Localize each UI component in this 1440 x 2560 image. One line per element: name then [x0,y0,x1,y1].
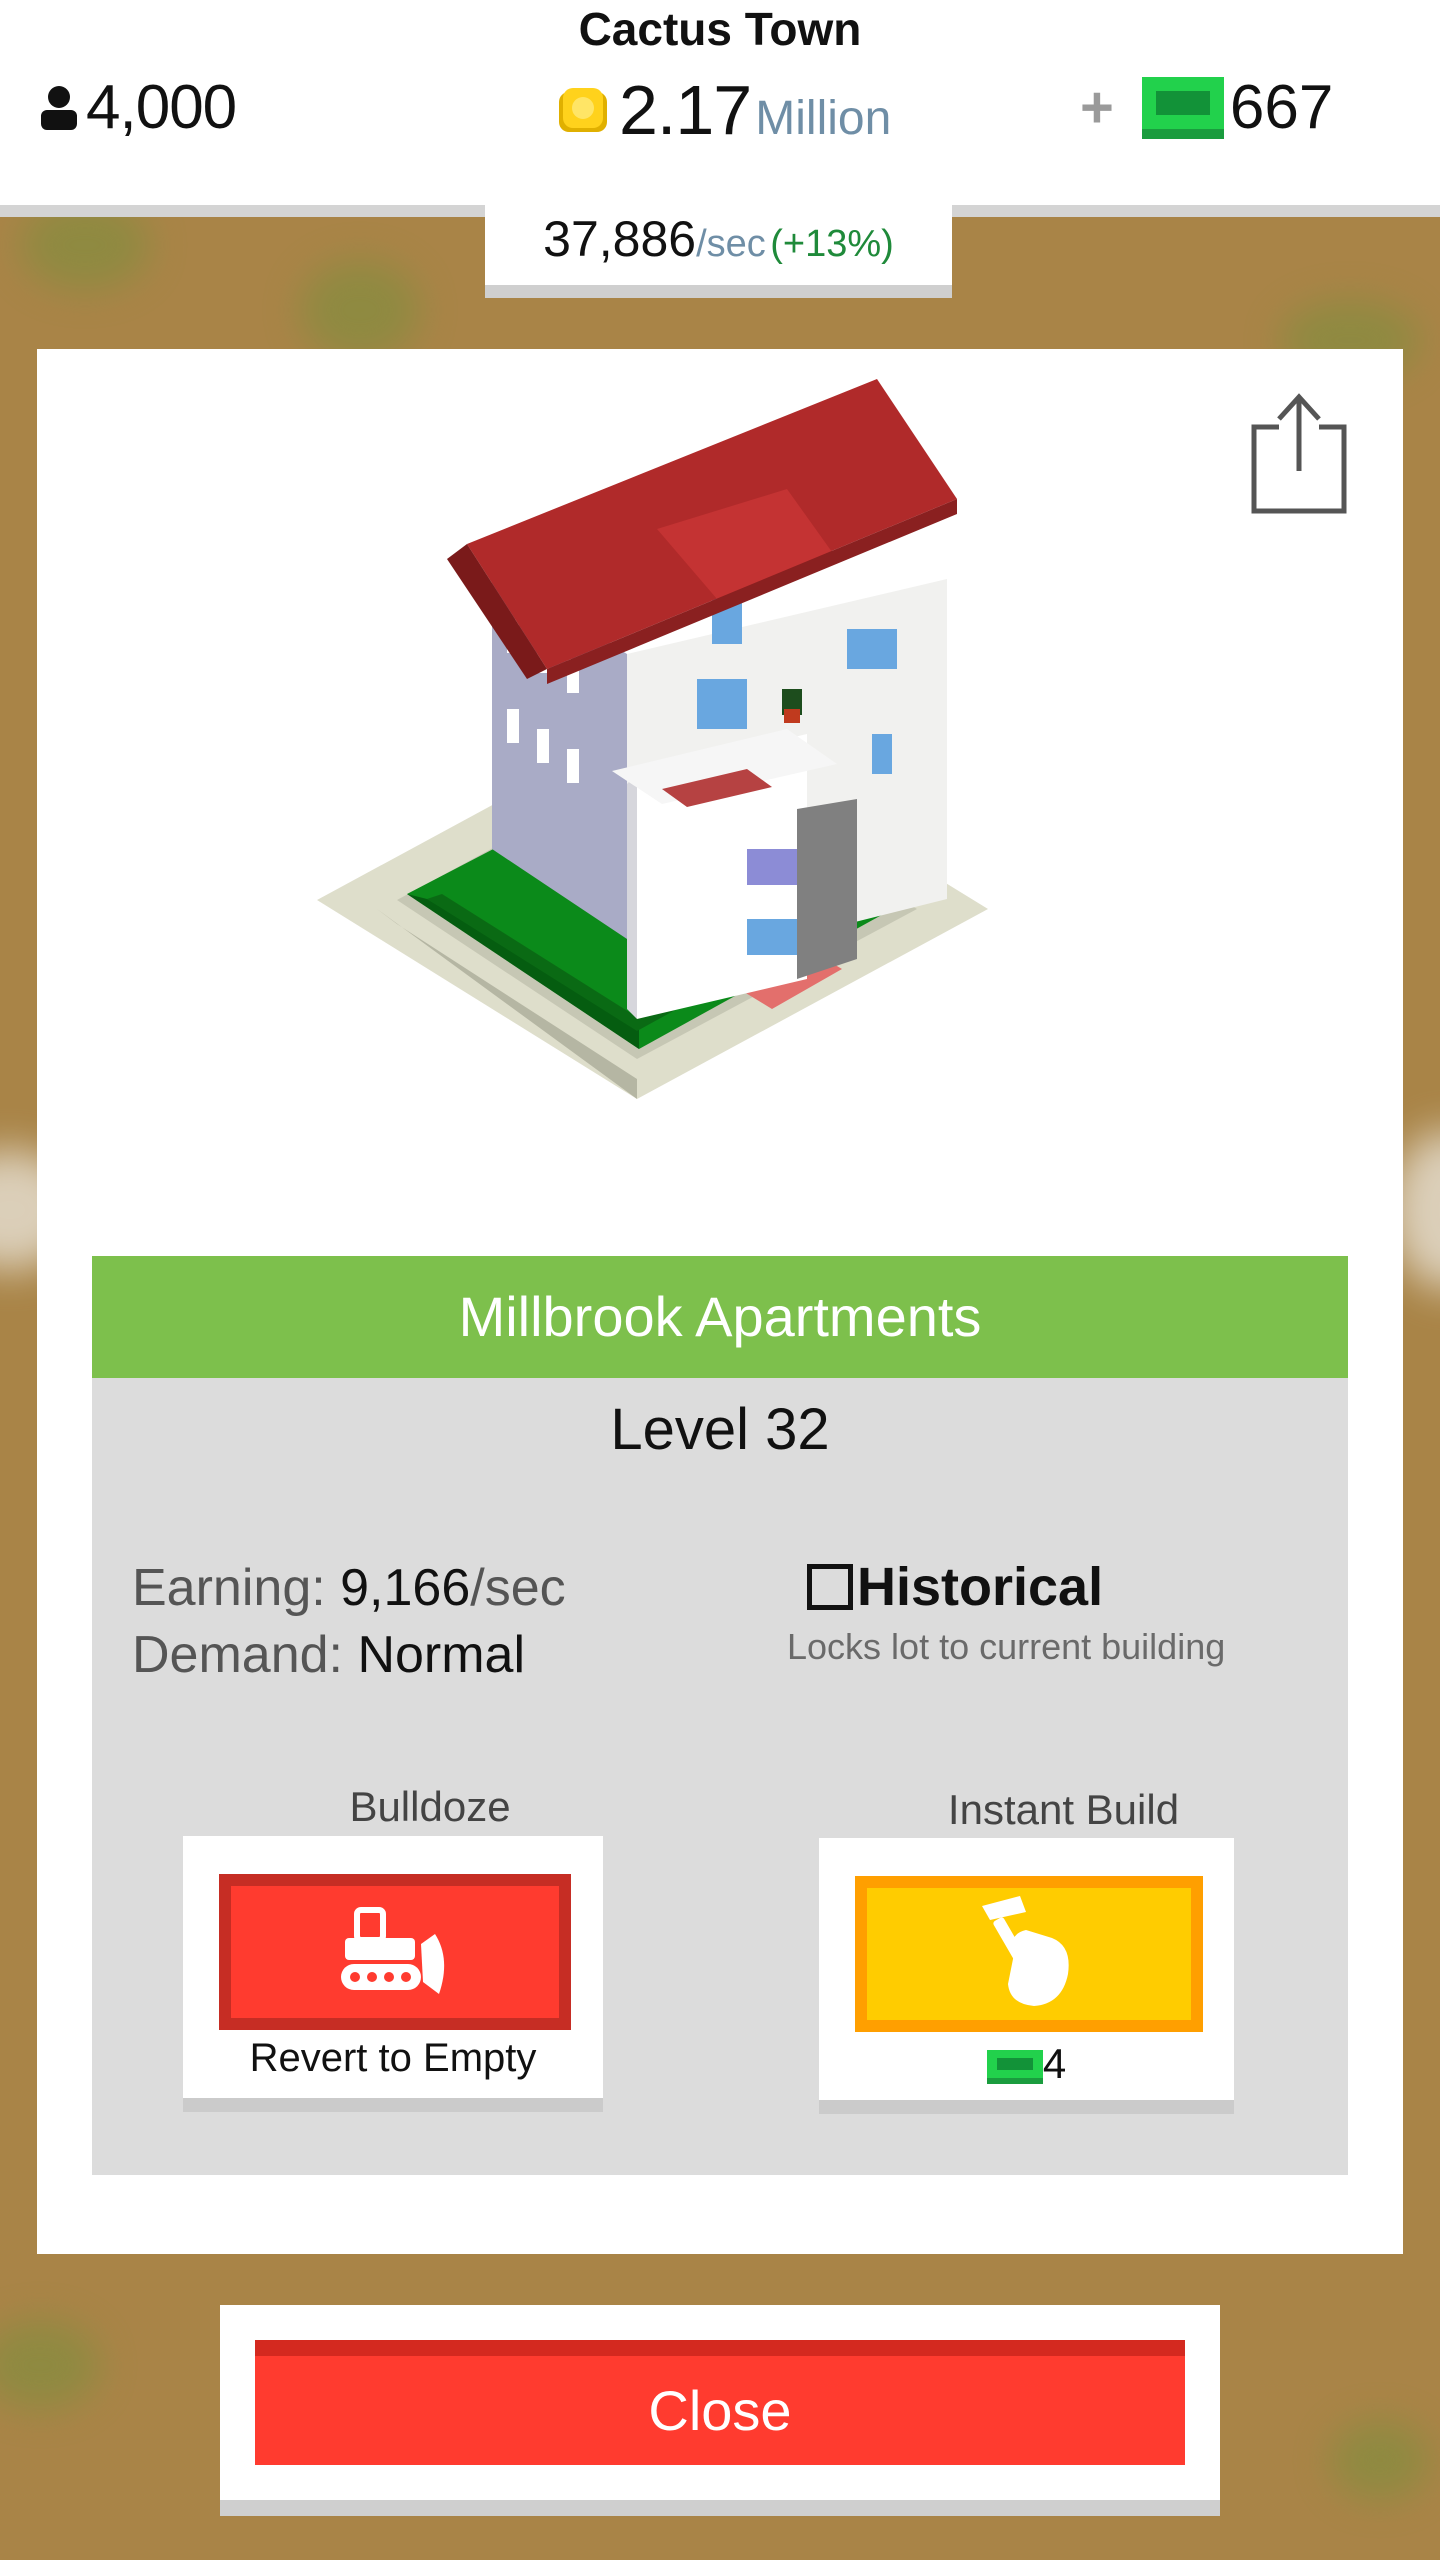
cash-display: + 667 [1080,72,1333,143]
earning-unit: /sec [470,1559,566,1617]
buy-cash-button[interactable]: + [1080,74,1114,141]
coins-value: 2.17 [619,71,752,149]
historical-label[interactable]: Historical [857,1557,1103,1617]
coins-display: 2.17 Million [555,70,891,150]
bulldoze-button[interactable] [219,1874,571,2030]
earning-label: Earning: [132,1559,326,1617]
coin-icon [559,88,607,132]
population-display: 4,000 [38,72,237,143]
income-rate-unit: /sec [696,223,766,265]
instant-build-cost: 4 [819,2040,1234,2088]
close-button-container: Close [220,2305,1220,2516]
demand-value: Normal [357,1626,526,1684]
person-icon [41,85,77,130]
instant-build-cost-value: 4 [1042,2040,1067,2087]
hammer-hand-icon [982,1896,1069,2006]
coins-unit: Million [755,92,892,145]
instant-build-button[interactable] [855,1876,1203,2032]
population-value: 4,000 [86,73,237,142]
cash-icon [986,2049,1043,2084]
cash-value: 667 [1229,73,1334,142]
earning-value: 9,166 [340,1559,471,1617]
cash-icon [1141,76,1224,139]
close-button[interactable]: Close [255,2340,1185,2465]
building-preview-image [317,379,988,1099]
historical-toggle[interactable]: Historical Locks lot to current building [787,1556,1247,1668]
income-rate-value: 37,886 [543,211,697,267]
share-icon[interactable] [1244,389,1354,519]
instant-build-title: Instant Build [947,1786,1180,1833]
bulldoze-card: Revert to Empty [183,1836,603,2112]
bulldoze-title: Bulldoze [349,1783,511,1830]
demand-row: Demand: Normal [132,1625,525,1685]
bulldozer-icon [341,1907,445,1994]
revert-to-empty-label[interactable]: Revert to Empty [183,2036,603,2081]
building-detail-panel: Millbrook Apartments Level 32 Earning: 9… [37,349,1403,2254]
income-rate-percent: (+13%) [770,223,894,265]
income-rate-tab: 37,886/sec (+13%) [485,205,952,298]
town-name[interactable]: Cactus Town [0,2,1440,56]
building-name-banner: Millbrook Apartments [92,1256,1348,1378]
demand-label: Demand: [132,1626,343,1684]
historical-checkbox[interactable] [807,1564,853,1610]
earning-row: Earning: 9,166/sec [132,1558,566,1618]
building-level: Level 32 [610,1397,830,1462]
instant-build-card: 4 [819,1838,1234,2114]
historical-description: Locks lot to current building [787,1626,1226,1667]
top-status-bar: Cactus Town 4,000 2.17 Million + 667 [0,0,1440,217]
